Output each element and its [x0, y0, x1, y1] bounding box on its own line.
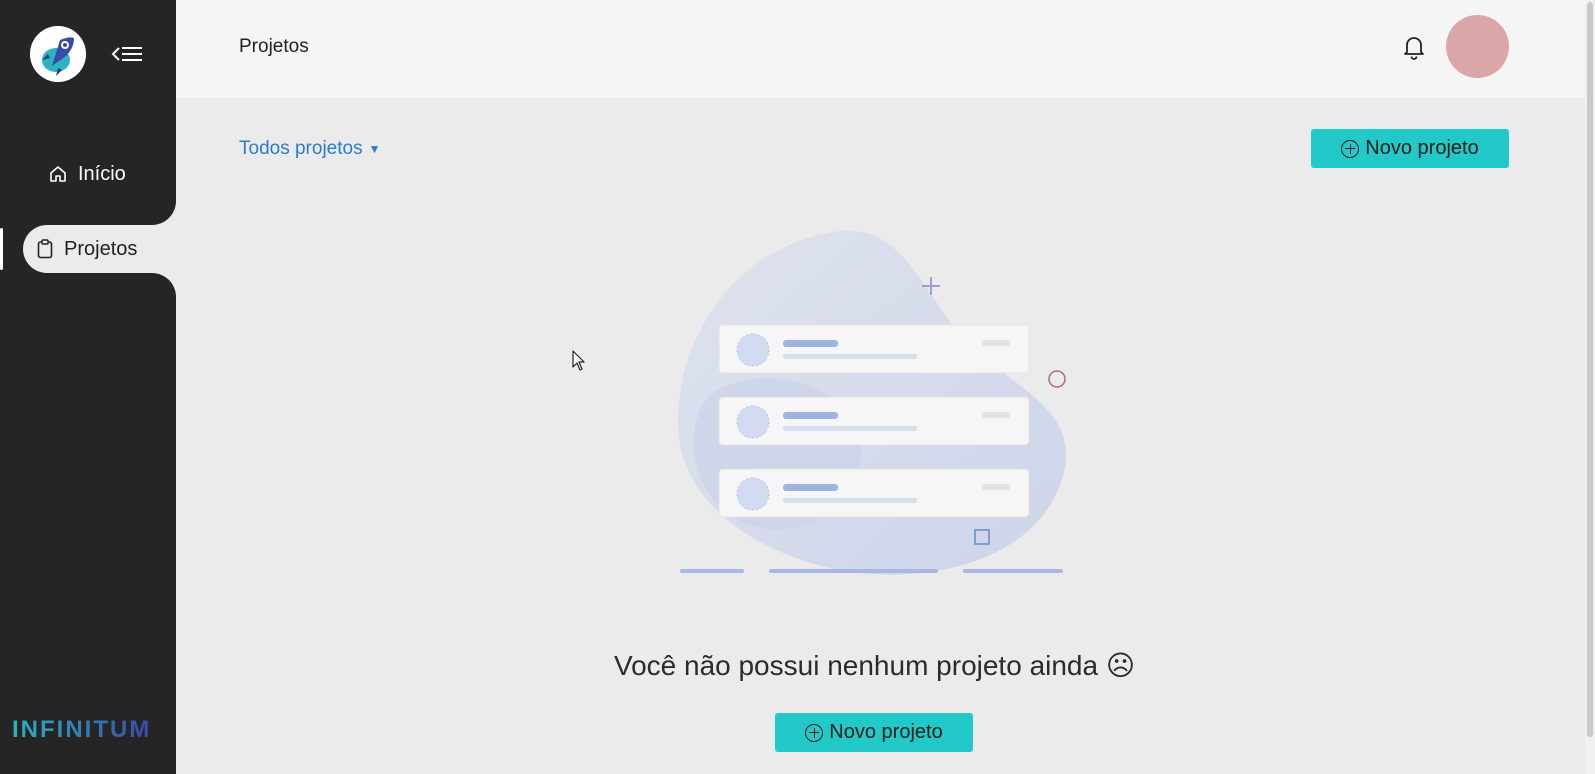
home-icon: [50, 166, 66, 182]
sidebar-item-label: Projetos: [64, 237, 138, 260]
new-project-button[interactable]: Novo projeto: [1311, 129, 1509, 168]
mouse-cursor-icon: [572, 350, 585, 371]
top-header: Projetos: [176, 0, 1595, 98]
rocket-logo-icon[interactable]: [30, 26, 86, 82]
sidebar-item-label: Início: [78, 162, 126, 185]
vertical-scrollbar[interactable]: [1585, 0, 1595, 774]
clipboard-icon: [37, 239, 53, 259]
plus-circle-icon: [1341, 139, 1360, 158]
plus-circle-icon: [805, 723, 824, 742]
active-indicator: [0, 228, 3, 270]
empty-new-project-button[interactable]: Novo projeto: [775, 713, 973, 752]
new-project-label: Novo projeto: [1365, 137, 1479, 159]
new-project-label: Novo projeto: [829, 721, 943, 743]
filter-label: Todos projetos: [239, 138, 363, 159]
collapse-menu-icon[interactable]: [110, 40, 146, 68]
brand-logo-text: INFINITUM: [12, 716, 152, 743]
empty-state-message: Você não possui nenhum projeto ainda ☹: [613, 650, 1136, 681]
project-filter-dropdown[interactable]: Todos projetos ▼: [239, 138, 380, 160]
empty-state-illustration: [670, 225, 1080, 585]
bell-icon[interactable]: [1401, 33, 1427, 61]
sidebar-item-projetos[interactable]: Projetos: [36, 235, 137, 263]
page-title: Projetos: [239, 36, 309, 57]
avatar[interactable]: [1446, 15, 1509, 78]
scrollbar-thumb[interactable]: [1587, 2, 1593, 737]
sidebar: Início Projetos INFINITUM: [0, 0, 176, 774]
sidebar-item-inicio[interactable]: Início: [48, 160, 126, 188]
caret-down-icon: ▼: [368, 142, 381, 156]
